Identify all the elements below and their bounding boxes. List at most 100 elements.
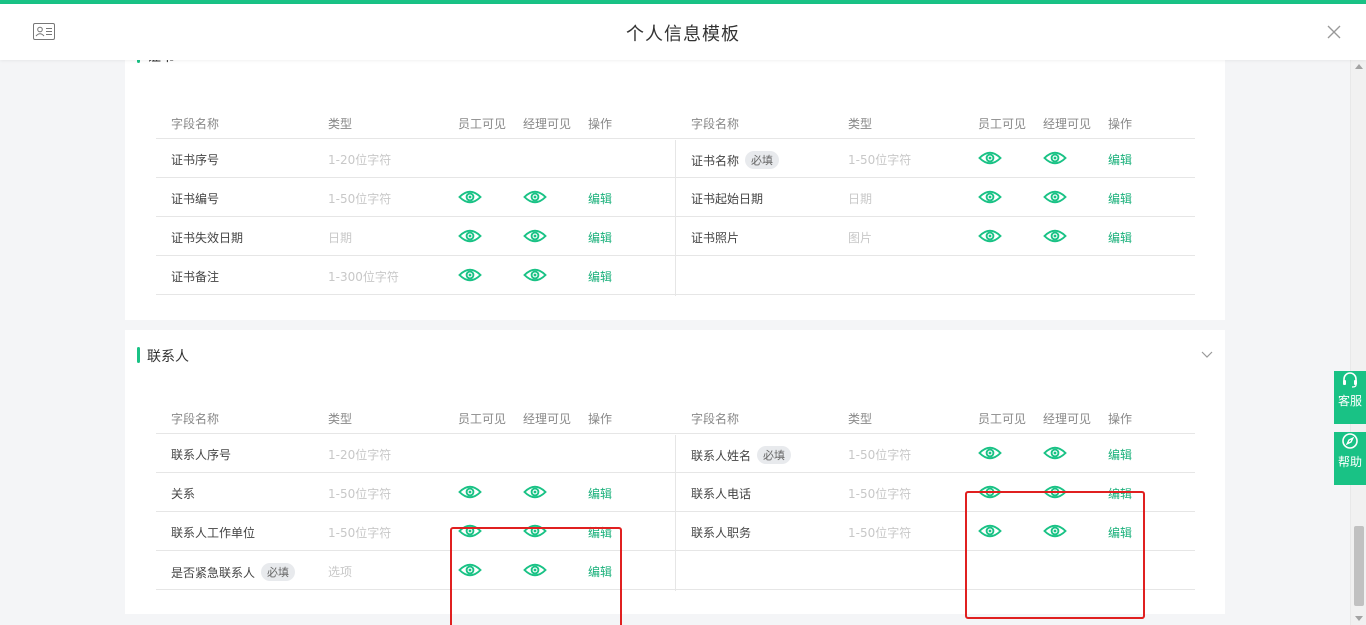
eye-icon[interactable]	[523, 484, 547, 500]
field-name: 证书序号	[171, 153, 220, 167]
column-header-type: 类型	[848, 117, 873, 131]
chevron-down-icon[interactable]	[1201, 348, 1213, 360]
fields-table: 字段名称 类型 员工可见 经理可见 操作 字段名称 类型 员工可见 经理可见 操…	[156, 109, 1195, 296]
field-name: 证书照片	[691, 231, 740, 245]
compass-icon	[1342, 433, 1358, 449]
field-name: 证书备注	[171, 270, 220, 284]
column-header-name: 字段名称	[691, 117, 740, 131]
column-header-employee-visible: 员工可见	[978, 117, 1027, 131]
section-marker	[137, 347, 140, 363]
eye-icon[interactable]	[1043, 484, 1067, 500]
customer-service-button[interactable]: 客服	[1334, 371, 1366, 424]
field-type: 1-50位字符	[328, 192, 392, 206]
column-header-manager-visible: 经理可见	[523, 412, 572, 426]
required-badge: 必填	[757, 446, 792, 464]
column-divider	[675, 435, 676, 591]
column-header-action: 操作	[588, 117, 613, 131]
field-type: 1-300位字符	[328, 270, 399, 284]
customer-service-label: 客服	[1337, 394, 1362, 408]
column-header-name: 字段名称	[691, 412, 740, 426]
column-header-employee-visible: 员工可见	[978, 412, 1027, 426]
eye-icon[interactable]	[523, 562, 547, 578]
eye-icon[interactable]	[978, 150, 1002, 166]
eye-icon[interactable]	[458, 267, 482, 283]
field-name: 联系人序号	[171, 448, 232, 462]
floating-side-buttons: 客服 帮助	[1334, 363, 1366, 485]
eye-icon[interactable]	[458, 562, 482, 578]
edit-link[interactable]: 编辑	[1108, 446, 1132, 463]
edit-link[interactable]: 编辑	[588, 563, 612, 580]
required-badge: 必填	[261, 563, 296, 581]
field-type: 1-20位字符	[328, 448, 392, 462]
edit-link[interactable]: 编辑	[588, 268, 612, 285]
scroll-up-arrow[interactable]	[1355, 64, 1363, 69]
edit-link[interactable]: 编辑	[588, 524, 612, 541]
column-header-action: 操作	[588, 412, 613, 426]
field-name: 联系人电话	[691, 487, 752, 501]
edit-link[interactable]: 编辑	[1108, 485, 1132, 502]
eye-icon[interactable]	[523, 228, 547, 244]
edit-link[interactable]: 编辑	[1108, 151, 1132, 168]
field-name: 证书名称 必填	[691, 151, 780, 169]
section-contact: 联系人 字段名称 类型 员工可见 经理可见 操作 字段名称 类型 员工可见 经理…	[125, 330, 1225, 625]
column-header-manager-visible: 经理可见	[1043, 412, 1092, 426]
field-name: 证书编号	[171, 192, 220, 206]
eye-icon[interactable]	[1043, 189, 1067, 205]
scroll-down-arrow[interactable]	[1355, 616, 1363, 621]
eye-icon[interactable]	[523, 189, 547, 205]
field-name: 证书失效日期	[171, 231, 244, 245]
modal-body: 证书 字段名称 类型 员工可见 经理可见 操作 字段名称 类型 员工可见 经理可…	[0, 60, 1350, 625]
eye-icon[interactable]	[978, 445, 1002, 461]
eye-icon[interactable]	[458, 484, 482, 500]
eye-icon[interactable]	[523, 523, 547, 539]
column-header-action: 操作	[1108, 412, 1133, 426]
edit-link[interactable]: 编辑	[588, 190, 612, 207]
edit-link[interactable]: 编辑	[588, 485, 612, 502]
column-header-employee-visible: 员工可见	[458, 412, 507, 426]
eye-icon[interactable]	[978, 189, 1002, 205]
column-header-manager-visible: 经理可见	[1043, 117, 1092, 131]
field-type: 图片	[848, 231, 873, 245]
eye-icon[interactable]	[458, 189, 482, 205]
eye-icon[interactable]	[978, 523, 1002, 539]
column-header-name: 字段名称	[171, 412, 220, 426]
edit-link[interactable]: 编辑	[1108, 229, 1132, 246]
field-type: 1-50位字符	[848, 526, 912, 540]
field-type: 1-50位字符	[328, 526, 392, 540]
eye-icon[interactable]	[458, 523, 482, 539]
eye-icon[interactable]	[1043, 523, 1067, 539]
column-header-employee-visible: 员工可见	[458, 117, 507, 131]
column-divider	[675, 140, 676, 296]
help-label: 帮助	[1337, 455, 1362, 469]
scrollbar-thumb[interactable]	[1354, 526, 1364, 606]
scrollbar[interactable]	[1350, 60, 1366, 625]
help-button[interactable]: 帮助	[1334, 432, 1366, 485]
column-header-manager-visible: 经理可见	[523, 117, 572, 131]
edit-link[interactable]: 编辑	[1108, 524, 1132, 541]
eye-icon[interactable]	[1043, 150, 1067, 166]
field-name: 联系人职务	[691, 526, 752, 540]
eye-icon[interactable]	[1043, 228, 1067, 244]
eye-icon[interactable]	[978, 228, 1002, 244]
column-header-type: 类型	[848, 412, 873, 426]
eye-icon[interactable]	[458, 228, 482, 244]
eye-icon[interactable]	[1043, 445, 1067, 461]
close-icon[interactable]	[1326, 24, 1342, 40]
edit-link[interactable]: 编辑	[1108, 190, 1132, 207]
section-title: 证书	[147, 60, 175, 66]
field-name: 证书起始日期	[691, 192, 764, 206]
field-name: 联系人工作单位	[171, 526, 256, 540]
column-header-name: 字段名称	[171, 117, 220, 131]
headset-icon	[1343, 372, 1357, 388]
column-header-action: 操作	[1108, 117, 1133, 131]
field-name: 关系	[171, 487, 196, 501]
eye-icon[interactable]	[978, 484, 1002, 500]
field-type: 日期	[328, 231, 353, 245]
page-title: 个人信息模板	[626, 24, 740, 45]
section-title: 联系人	[147, 349, 189, 365]
field-type: 日期	[848, 192, 873, 206]
field-name: 联系人姓名 必填	[691, 446, 792, 464]
edit-link[interactable]: 编辑	[588, 229, 612, 246]
eye-icon[interactable]	[523, 267, 547, 283]
table-header: 字段名称 类型 员工可见 经理可见 操作 字段名称 类型 员工可见 经理可见 操…	[156, 404, 1195, 434]
